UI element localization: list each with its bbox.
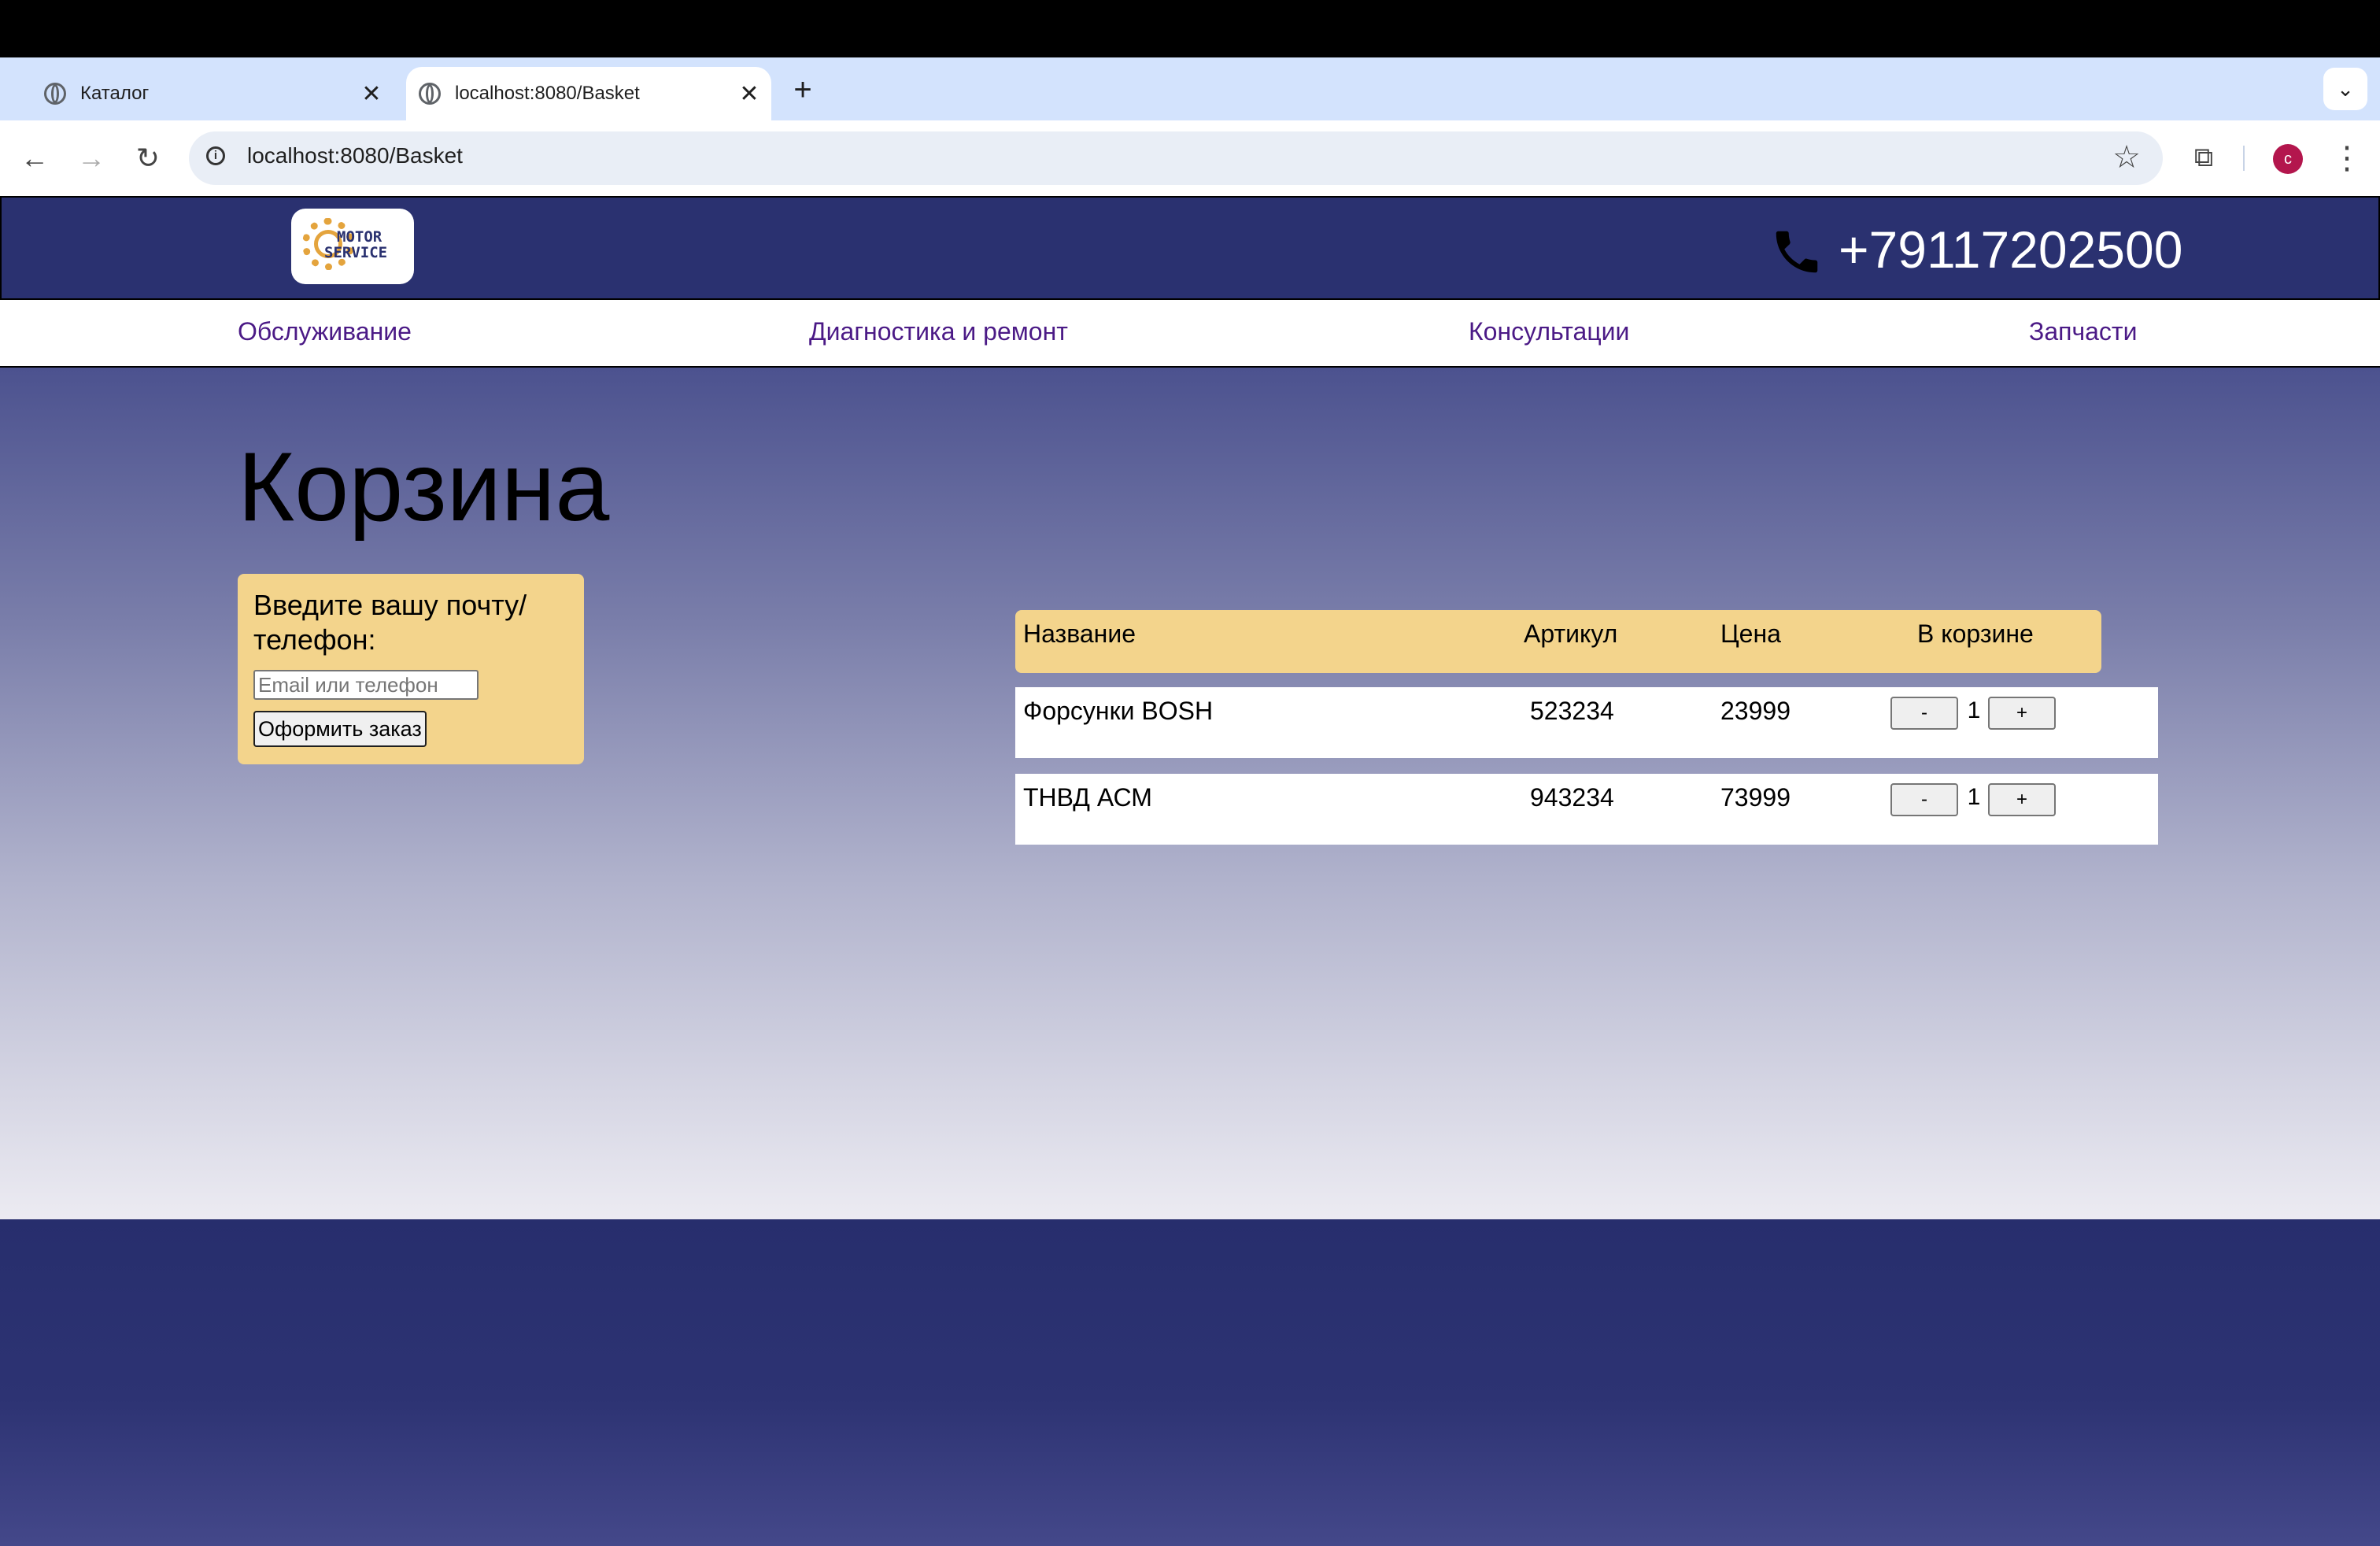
site-info-icon[interactable]: i	[206, 146, 225, 165]
web-page: MOTOR SERVICE +79117202500 Обслуживание …	[0, 196, 2380, 1546]
item-price: 73999	[1720, 783, 1791, 812]
new-tab-button[interactable]: +	[787, 66, 819, 113]
column-header-sku: Артикул	[1524, 620, 1618, 648]
bookmark-star-icon[interactable]: ☆	[2112, 139, 2141, 176]
nav-link-diagnostics[interactable]: Диагностика и ремонт	[809, 316, 1068, 347]
tab-basket[interactable]: localhost:8080/Basket ✕	[406, 67, 771, 120]
back-arrow-icon[interactable]: ←	[14, 138, 55, 179]
item-sku: 943234	[1530, 783, 1614, 812]
column-header-in-basket: В корзине	[1917, 620, 2034, 648]
item-sku: 523234	[1530, 697, 1614, 725]
column-header-price: Цена	[1720, 620, 1781, 648]
site-header: MOTOR SERVICE +79117202500	[0, 196, 2380, 300]
forward-arrow-icon[interactable]: →	[71, 138, 112, 179]
order-form: Введите вашу почту/ телефон: Оформить за…	[238, 574, 584, 764]
decrease-quantity-button[interactable]: -	[1890, 697, 1958, 730]
increase-quantity-button[interactable]: +	[1988, 697, 2056, 730]
logo-text-service: SERVICE	[324, 244, 388, 261]
globe-icon	[419, 83, 441, 105]
address-url: localhost:8080/Basket	[247, 143, 463, 168]
decrease-quantity-button[interactable]: -	[1890, 783, 1958, 816]
phone-icon	[1776, 231, 1818, 273]
phone-number[interactable]: +79117202500	[1839, 218, 2182, 281]
nav-link-parts[interactable]: Запчасти	[2029, 316, 2137, 347]
close-icon[interactable]: ✕	[356, 80, 387, 108]
place-order-button[interactable]: Оформить заказ	[253, 711, 427, 747]
contact-label: Введите вашу почту/ телефон:	[253, 589, 527, 656]
item-name: Форсунки BOSH	[1023, 697, 1214, 725]
contact-input[interactable]	[253, 670, 479, 700]
browser-tab-strip: Каталог ✕ localhost:8080/Basket ✕	[0, 57, 2380, 120]
basket-table-header: Название Артикул Цена В корзине	[1015, 610, 2101, 673]
browser-toolbar: ← → ↻ i localhost:8080/Basket ☆ ⧉ c ⋮	[0, 120, 2380, 196]
item-quantity: 1	[1967, 784, 1981, 810]
tab-catalog[interactable]: Каталог ✕	[31, 67, 394, 120]
nav-link-consultations[interactable]: Консультации	[1469, 316, 1629, 347]
basket-section: Корзина Введите вашу почту/ телефон: Офо…	[0, 368, 2380, 1219]
motor-service-logo[interactable]: MOTOR SERVICE	[291, 209, 414, 284]
page-title: Корзина	[238, 433, 610, 542]
logo-text-motor: MOTOR	[337, 228, 382, 246]
extensions-puzzle-icon[interactable]: ⧉	[2186, 142, 2221, 173]
close-icon[interactable]: ✕	[734, 80, 765, 108]
globe-icon	[44, 83, 66, 105]
browser-menu-icon[interactable]: ⋮	[2331, 138, 2363, 179]
reload-icon[interactable]: ↻	[128, 138, 168, 179]
profile-avatar[interactable]: c	[2273, 144, 2303, 174]
site-nav: Обслуживание Диагностика и ремонт Консул…	[0, 300, 2380, 368]
table-row: Форсунки BOSH 523234 23999 - 1 +	[1015, 687, 2158, 758]
column-header-name: Название	[1023, 620, 1136, 648]
item-quantity: 1	[1967, 697, 1981, 723]
increase-quantity-button[interactable]: +	[1988, 783, 2056, 816]
site-footer	[0, 1219, 2380, 1546]
tab-title: localhost:8080/Basket	[455, 83, 640, 104]
tab-search-dropdown-icon[interactable]: ⌄	[2323, 68, 2367, 110]
item-price: 23999	[1720, 697, 1791, 725]
address-bar[interactable]: i localhost:8080/Basket ☆	[189, 131, 2163, 185]
item-name: ТНВД АСМ	[1023, 783, 1152, 812]
tab-title: Каталог	[80, 83, 150, 104]
toolbar-divider	[2243, 146, 2245, 171]
table-row: ТНВД АСМ 943234 73999 - 1 +	[1015, 774, 2158, 845]
nav-link-service[interactable]: Обслуживание	[238, 316, 412, 347]
